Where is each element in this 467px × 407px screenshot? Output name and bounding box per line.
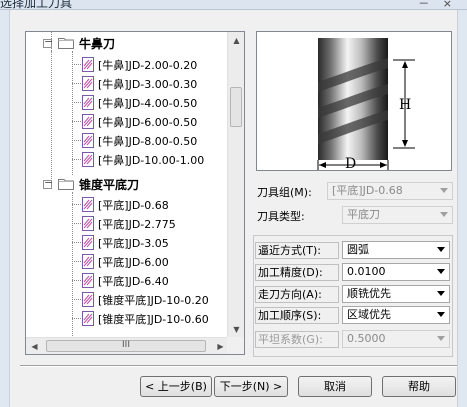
flatness-label: 平坦系数(G):: [255, 331, 339, 348]
tool-type-combo: 平底刀: [342, 206, 453, 224]
flatness-value: 0.5000: [347, 332, 386, 345]
tool-group-combo: [平底]JD-0.68: [327, 182, 453, 200]
folder-icon: [58, 179, 74, 190]
folder-icon: [58, 38, 74, 49]
tree-item-label[interactable]: [平底]JD-2.775: [98, 216, 176, 232]
tool-type-label: 刀具类型:: [257, 210, 305, 223]
tree-item-label[interactable]: [牛鼻]JD-8.00-0.50: [98, 133, 197, 149]
dropdown-arrow-icon[interactable]: [437, 312, 445, 317]
dropdown-arrow-icon[interactable]: [437, 291, 445, 296]
flatness-combo: 0.5000: [342, 330, 450, 348]
tree-line: [72, 51, 73, 175]
tree-item-label[interactable]: [牛鼻]JD-6.00-0.50: [98, 114, 197, 130]
tool-file-icon: [82, 95, 94, 110]
precision-value[interactable]: 0.0100: [347, 265, 386, 278]
window-title: 选择加工刀具: [0, 0, 73, 10]
tree-item-label[interactable]: [平底]JD-6.00: [98, 254, 169, 270]
cut-direction-value: 顺铣优先: [347, 287, 391, 300]
tree-item-label[interactable]: [牛鼻]JD-2.00-0.20: [98, 57, 197, 73]
collapse-icon[interactable]: －: [43, 180, 53, 189]
precision-label: 加工精度(D):: [255, 264, 339, 281]
collapse-icon[interactable]: －: [43, 39, 53, 48]
help-button[interactable]: 帮助: [382, 376, 456, 397]
tool-file-icon: [82, 152, 94, 167]
machining-order-label: 加工顺序(S):: [255, 307, 339, 324]
dropdown-arrow-icon[interactable]: [437, 269, 445, 274]
tree-item-label[interactable]: [平底]JD-0.68: [98, 197, 169, 213]
dropdown-arrow-icon[interactable]: [437, 247, 445, 252]
tree-group-label[interactable]: 锥度平底刀: [79, 176, 139, 193]
approach-label: 逼近方式(T):: [255, 242, 339, 259]
prev-button[interactable]: < 上一步(B): [140, 376, 212, 397]
approach-select[interactable]: 圆弧: [342, 241, 450, 259]
tool-tree[interactable]: － 牛鼻刀 [牛鼻]JD-2.00-0.20 [牛鼻]JD-3.00-0.30 …: [25, 31, 245, 355]
dialog-edge-left: [0, 10, 10, 407]
cut-direction-select[interactable]: 顺铣优先: [342, 285, 450, 303]
machining-order-value: 区域优先: [347, 308, 391, 321]
approach-value: 圆弧: [347, 243, 369, 256]
tool-file-icon: [82, 273, 94, 288]
tool-file-icon: [82, 76, 94, 91]
tool-file-icon: [82, 254, 94, 269]
height-label: H: [399, 97, 411, 113]
scrollbar-corner: [227, 337, 244, 354]
tree-line: [72, 192, 73, 338]
tree-item-label[interactable]: [牛鼻]JD-3.00-0.30: [98, 76, 197, 92]
tool-preview: H D: [256, 31, 452, 171]
machining-order-select[interactable]: 区域优先: [342, 306, 450, 324]
tree-item-label[interactable]: [平底]JD-3.05: [98, 235, 169, 251]
title-bar: 选择加工刀具 － ×: [0, 0, 467, 10]
tree-group-label[interactable]: 牛鼻刀: [79, 35, 115, 52]
scroll-left-icon[interactable]: ◀: [26, 338, 43, 354]
dropdown-arrow-icon: [437, 336, 445, 341]
tree-line: [51, 51, 52, 185]
tree-content: － 牛鼻刀 [牛鼻]JD-2.00-0.20 [牛鼻]JD-3.00-0.30 …: [26, 32, 229, 338]
tool-file-icon: [82, 235, 94, 250]
horizontal-scroll-thumb[interactable]: III: [46, 340, 206, 352]
tool-file-icon: [82, 197, 94, 212]
tree-item-label[interactable]: [锥度平底]JD-10-0.20: [98, 292, 209, 308]
vertical-scroll-thumb[interactable]: [230, 87, 242, 127]
next-button[interactable]: 下一步(N) >: [214, 376, 288, 397]
tool-file-icon: [82, 133, 94, 148]
cut-direction-label: 走刀方向(A):: [255, 286, 339, 303]
precision-combo[interactable]: 0.0100: [342, 263, 450, 281]
tool-file-icon: [82, 216, 94, 231]
tree-item-label[interactable]: [牛鼻]JD-4.00-0.50: [98, 95, 197, 111]
tool-file-icon: [82, 114, 94, 129]
tool-file-icon: [82, 57, 94, 72]
diameter-label: D: [345, 156, 356, 171]
tree-item-label[interactable]: [平底]JD-6.40: [98, 273, 169, 289]
tool-diagram: H D: [317, 38, 415, 171]
scroll-up-icon[interactable]: ▲: [228, 32, 244, 49]
dialog-edge-right: [457, 10, 467, 407]
tool-type-value: 平底刀: [347, 208, 380, 221]
dropdown-arrow-icon: [440, 212, 448, 217]
window-controls[interactable]: － ×: [418, 0, 457, 9]
cancel-button[interactable]: 取消: [298, 376, 372, 397]
tree-vertical-scrollbar[interactable]: ▲ ▼: [227, 32, 244, 338]
tool-group-label: 刀具组(M):: [257, 186, 312, 199]
tree-item-label[interactable]: [牛鼻]JD-10.00-1.00: [98, 152, 204, 168]
tree-item-label[interactable]: [锥度平底]JD-10-0.60: [98, 311, 209, 327]
scroll-down-icon[interactable]: ▼: [228, 321, 244, 338]
tool-file-icon: [82, 292, 94, 307]
dropdown-arrow-icon: [440, 188, 448, 193]
tool-file-icon: [82, 311, 94, 326]
separator: [20, 365, 457, 367]
tree-horizontal-scrollbar[interactable]: ◀ III ▶: [26, 337, 229, 354]
tool-group-value: [平底]JD-0.68: [332, 184, 403, 197]
